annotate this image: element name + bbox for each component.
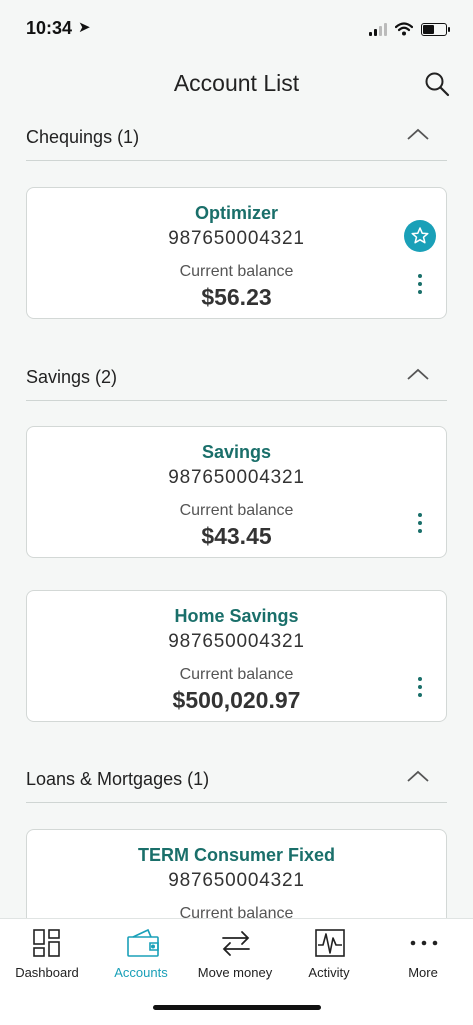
tab-activity[interactable]: Activity xyxy=(282,919,376,991)
section-title: Loans & Mortgages (1) xyxy=(26,769,210,789)
page-title: Account List xyxy=(173,70,300,96)
dashboard-icon xyxy=(33,929,60,957)
more-dots-icon xyxy=(410,940,438,946)
cellular-signal-icon xyxy=(369,22,387,36)
location-arrow-icon: ➤ xyxy=(78,19,91,36)
home-indicator xyxy=(153,1005,321,1010)
account-card-savings[interactable]: Savings 987650004321 Current balance $43… xyxy=(26,426,447,558)
more-options-button[interactable] xyxy=(414,677,426,703)
account-name: Optimizer xyxy=(194,203,278,223)
more-options-button[interactable] xyxy=(414,274,426,300)
account-number: 987650004321 xyxy=(168,631,305,652)
tab-label: Activity xyxy=(308,965,350,980)
search-icon xyxy=(425,72,450,97)
chevron-up-icon xyxy=(407,128,429,140)
tab-label: Dashboard xyxy=(15,965,79,980)
more-options-button[interactable] xyxy=(414,513,426,539)
balance-value: $56.23 xyxy=(201,284,272,310)
account-list[interactable]: Chequings (1) Optimizer 987650004321 Cur… xyxy=(0,108,473,918)
account-number: 987650004321 xyxy=(168,228,305,249)
account-card-term-consumer-fixed[interactable]: TERM Consumer Fixed 987650004321 Current… xyxy=(26,829,447,918)
account-name: Savings xyxy=(201,442,272,462)
account-card-home-savings[interactable]: Home Savings 987650004321 Current balanc… xyxy=(26,590,447,722)
section-header-savings[interactable]: Savings (2) xyxy=(26,348,447,401)
battery-icon xyxy=(421,22,450,36)
section-header-loans-mortgages[interactable]: Loans & Mortgages (1) xyxy=(26,750,447,803)
section-title: Savings (2) xyxy=(26,367,118,387)
activity-chart-icon xyxy=(315,929,345,957)
favorite-button[interactable] xyxy=(404,220,436,252)
tab-more[interactable]: More xyxy=(376,919,470,991)
status-icons xyxy=(369,20,450,38)
tab-label: Move money xyxy=(197,965,273,980)
status-bar: 10:34 ➤ xyxy=(0,0,473,58)
chevron-up-icon xyxy=(407,368,429,380)
tab-move-money[interactable]: Move money xyxy=(188,919,282,991)
balance-label: Current balance xyxy=(179,502,294,519)
tab-label: More xyxy=(408,965,438,980)
tab-label: Accounts xyxy=(114,965,168,980)
balance-value: $500,020.97 xyxy=(172,687,301,713)
wifi-icon xyxy=(395,22,413,36)
balance-label: Current balance xyxy=(179,905,294,918)
status-time: 10:34 xyxy=(26,18,73,38)
account-number: 987650004321 xyxy=(168,467,305,488)
balance-value: $43.45 xyxy=(201,523,272,549)
account-number: 987650004321 xyxy=(168,870,305,891)
balance-label: Current balance xyxy=(179,263,294,280)
collapse-button[interactable] xyxy=(405,764,431,790)
tab-dashboard[interactable]: Dashboard xyxy=(0,919,94,991)
search-button[interactable] xyxy=(423,70,451,98)
collapse-button[interactable] xyxy=(405,362,431,388)
section-title: Chequings (1) xyxy=(26,127,140,147)
account-card-optimizer[interactable]: Optimizer 987650004321 Current balance $… xyxy=(26,187,447,319)
star-icon xyxy=(411,227,429,244)
chevron-up-icon xyxy=(407,770,429,782)
account-name: Home Savings xyxy=(174,606,299,626)
app-header: Account List xyxy=(0,58,473,108)
tab-accounts[interactable]: Accounts xyxy=(94,919,188,991)
wallet-icon xyxy=(127,928,159,957)
balance-label: Current balance xyxy=(179,666,294,683)
transfer-arrows-icon xyxy=(222,931,250,956)
account-name: TERM Consumer Fixed xyxy=(137,845,336,865)
section-header-chequings[interactable]: Chequings (1) xyxy=(26,108,447,161)
collapse-button[interactable] xyxy=(405,122,431,148)
